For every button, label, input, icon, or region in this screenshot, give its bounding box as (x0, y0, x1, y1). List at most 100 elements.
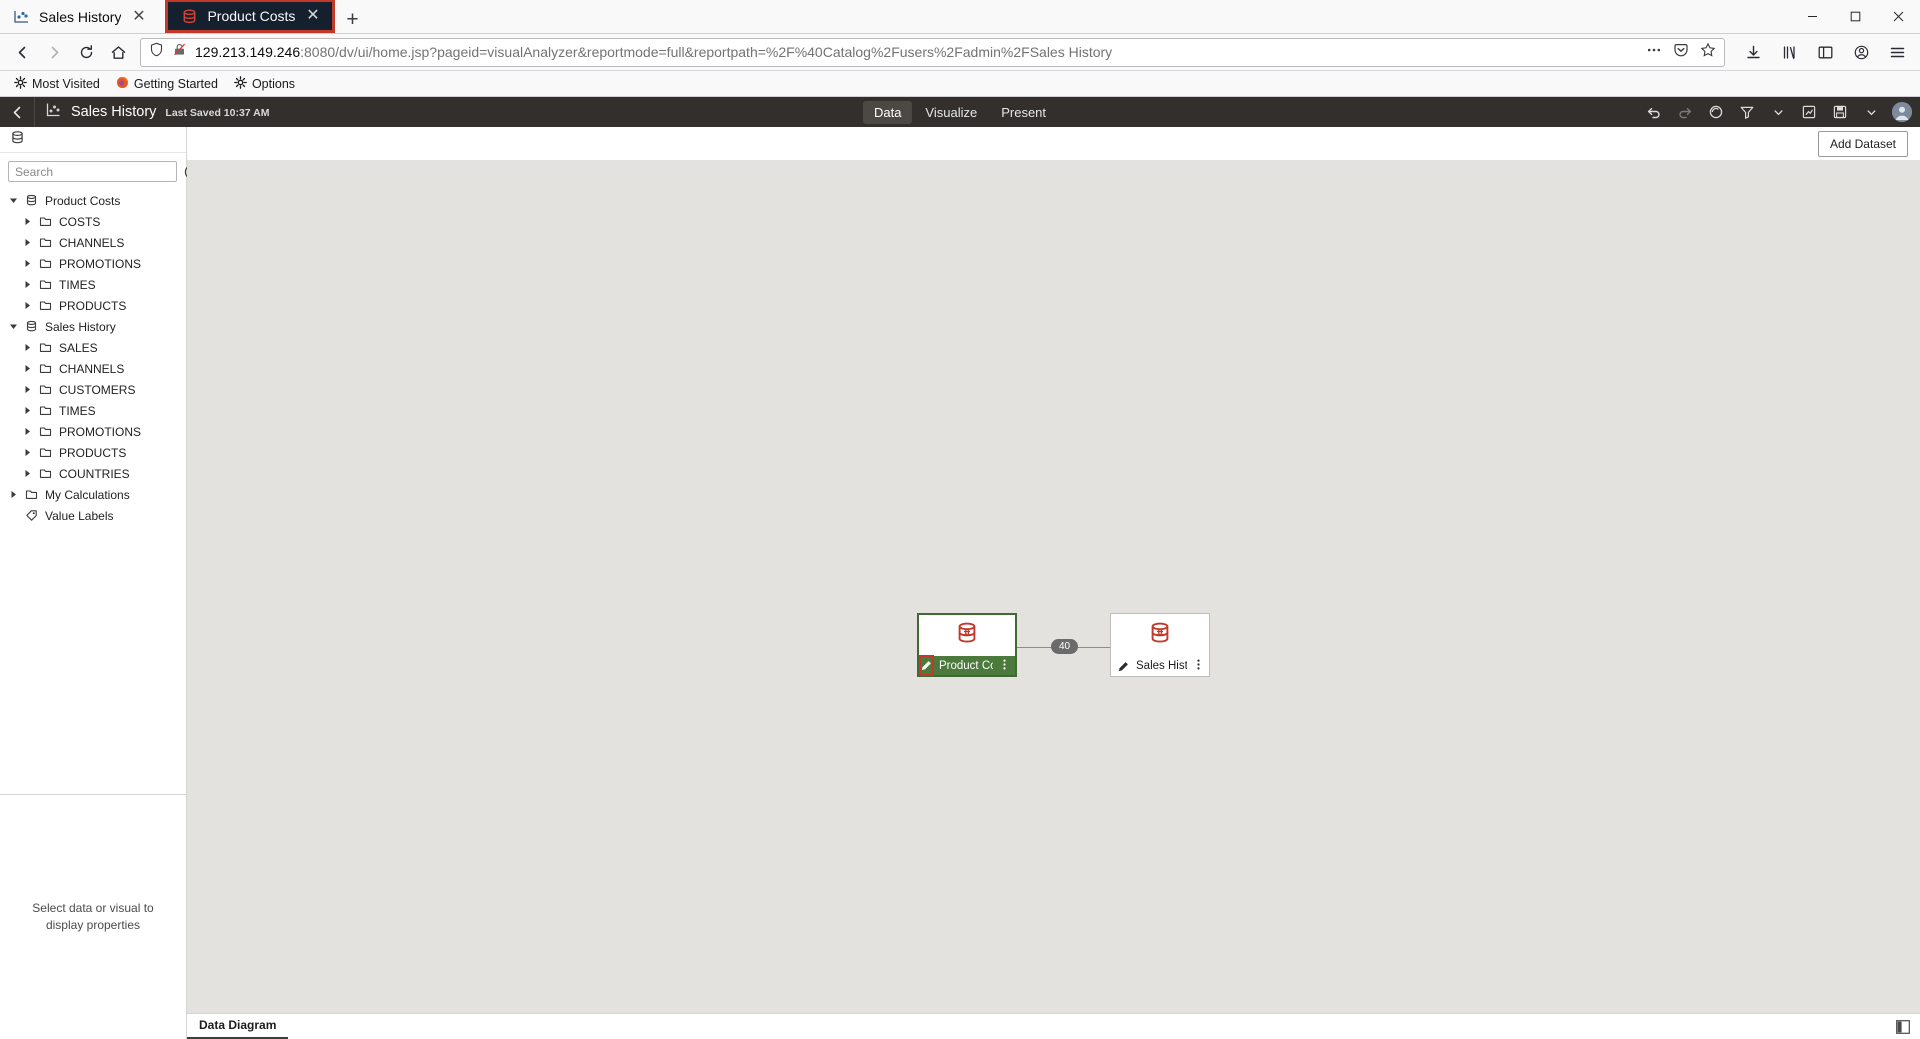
downloads-icon[interactable] (1738, 37, 1769, 68)
tree-item-countries[interactable]: COUNTRIES (0, 463, 186, 484)
back-button[interactable] (7, 37, 38, 68)
tree-item-product-costs[interactable]: Product Costs (0, 190, 186, 211)
tree-item-label: CHANNELS (59, 235, 125, 250)
bookmark-star-icon[interactable] (1700, 42, 1716, 63)
app-body: Product Costs COSTS CHANNELS PROMOTIONS (0, 127, 1920, 1039)
forward-button[interactable] (39, 37, 70, 68)
maximize-button[interactable] (1834, 0, 1877, 33)
page-actions-icon[interactable] (1646, 42, 1662, 63)
browser-tab-product-costs[interactable]: Product Costs ✕ (165, 0, 336, 33)
tree-item-times-sh[interactable]: TIMES (0, 400, 186, 421)
close-icon[interactable]: ✕ (130, 8, 147, 25)
triangle-collapsed-icon[interactable] (22, 301, 33, 310)
triangle-collapsed-icon[interactable] (8, 490, 19, 499)
bookmark-getting-started[interactable]: Getting Started (110, 74, 224, 94)
datasets-icon[interactable] (10, 130, 25, 150)
triangle-collapsed-icon[interactable] (22, 406, 33, 415)
tree-item-products[interactable]: PRODUCTS (0, 295, 186, 316)
tree-item-label: CUSTOMERS (59, 382, 136, 397)
bookmark-options[interactable]: Options (228, 74, 301, 94)
app-back-button[interactable] (0, 105, 34, 120)
triangle-collapsed-icon[interactable] (22, 385, 33, 394)
last-saved-status: Last Saved 10:37 AM (165, 107, 270, 119)
shield-icon[interactable] (149, 42, 164, 62)
properties-placeholder: Select data or visual to display propert… (0, 794, 186, 1039)
tree-item-sales-history[interactable]: Sales History (0, 316, 186, 337)
triangle-collapsed-icon[interactable] (22, 469, 33, 478)
tree-item-promotions-sh[interactable]: PROMOTIONS (0, 421, 186, 442)
triangle-collapsed-icon[interactable] (22, 280, 33, 289)
edit-pencil-icon[interactable] (919, 655, 934, 676)
triangle-expanded-icon[interactable] (8, 196, 19, 205)
window-close-button[interactable] (1877, 0, 1920, 33)
diagram-node-sales-history[interactable]: Sales History (1110, 613, 1210, 677)
tree-item-times[interactable]: TIMES (0, 274, 186, 295)
join-badge[interactable]: 40 (1051, 639, 1079, 654)
reload-button[interactable] (71, 37, 102, 68)
insights-icon[interactable] (1795, 100, 1823, 124)
folder-icon (39, 446, 53, 459)
browser-tab-sales-history[interactable]: Sales History ✕ (0, 0, 159, 33)
folder-icon (39, 236, 53, 249)
triangle-collapsed-icon[interactable] (22, 238, 33, 247)
kebab-menu-icon[interactable] (998, 658, 1011, 674)
triangle-collapsed-icon[interactable] (22, 343, 33, 352)
undo-icon[interactable] (1640, 100, 1668, 124)
lock-broken-icon[interactable] (172, 42, 187, 62)
redo-icon[interactable] (1671, 100, 1699, 124)
tab-data-diagram[interactable]: Data Diagram (187, 1014, 289, 1039)
tree-item-label: COSTS (59, 214, 101, 229)
tree-item-label: PRODUCTS (59, 445, 127, 460)
sidebar-toggle-icon[interactable] (1810, 37, 1841, 68)
status-bar: Data Diagram (187, 1013, 1920, 1039)
tree-item-products-sh[interactable]: PRODUCTS (0, 442, 186, 463)
library-icon[interactable] (1774, 37, 1805, 68)
tree-item-channels-sh[interactable]: CHANNELS (0, 358, 186, 379)
folder-icon (39, 362, 53, 375)
refresh-data-icon[interactable] (1702, 100, 1730, 124)
tree-item-value-labels[interactable]: Value Labels (0, 505, 186, 526)
panel-toggle-icon[interactable] (1896, 1019, 1910, 1034)
save-icon[interactable] (1826, 100, 1854, 124)
tree-item-my-calculations[interactable]: My Calculations (0, 484, 186, 505)
tree-item-promotions[interactable]: PROMOTIONS (0, 253, 186, 274)
tree-item-label: Value Labels (45, 508, 114, 523)
bookmarks-bar: Most Visited Getting Started Options (0, 71, 1920, 97)
tab-present[interactable]: Present (990, 101, 1057, 124)
edit-pencil-icon[interactable] (1116, 661, 1131, 672)
folder-icon (25, 488, 39, 501)
triangle-collapsed-icon[interactable] (22, 427, 33, 436)
url-bar[interactable]: 129.213.149.246:8080/dv/ui/home.jsp?page… (140, 37, 1725, 67)
bookmark-most-visited[interactable]: Most Visited (8, 74, 106, 94)
triangle-collapsed-icon[interactable] (22, 364, 33, 373)
triangle-collapsed-icon[interactable] (22, 259, 33, 268)
save-dropdown-icon[interactable] (1857, 100, 1885, 124)
close-icon[interactable]: ✕ (304, 8, 321, 24)
window-controls (1791, 0, 1920, 33)
search-input[interactable] (8, 161, 177, 182)
tree-item-channels[interactable]: CHANNELS (0, 232, 186, 253)
avatar[interactable] (1892, 102, 1912, 122)
tree-item-label: PROMOTIONS (59, 256, 142, 271)
kebab-menu-icon[interactable] (1192, 658, 1205, 674)
chart-icon (13, 8, 30, 25)
filter-icon[interactable] (1733, 100, 1761, 124)
triangle-expanded-icon[interactable] (8, 322, 19, 331)
tab-visualize[interactable]: Visualize (914, 101, 988, 124)
new-tab-button[interactable]: + (335, 9, 369, 33)
tree-item-customers[interactable]: CUSTOMERS (0, 379, 186, 400)
diagram-node-product-costs[interactable]: Product Costs (917, 613, 1017, 677)
hamburger-menu-icon[interactable] (1882, 37, 1913, 68)
minimize-button[interactable] (1791, 0, 1834, 33)
filter-dropdown-icon[interactable] (1764, 100, 1792, 124)
tree-item-costs[interactable]: COSTS (0, 211, 186, 232)
home-button[interactable] (103, 37, 134, 68)
data-diagram-canvas[interactable]: 40 Product C Sales Hist (187, 161, 1920, 1013)
triangle-collapsed-icon[interactable] (22, 217, 33, 226)
pocket-icon[interactable] (1673, 42, 1689, 63)
triangle-collapsed-icon[interactable] (22, 448, 33, 457)
tab-data[interactable]: Data (862, 100, 913, 124)
add-dataset-button[interactable]: Add Dataset (1817, 130, 1908, 157)
account-icon[interactable] (1846, 37, 1877, 68)
tree-item-sales[interactable]: SALES (0, 337, 186, 358)
